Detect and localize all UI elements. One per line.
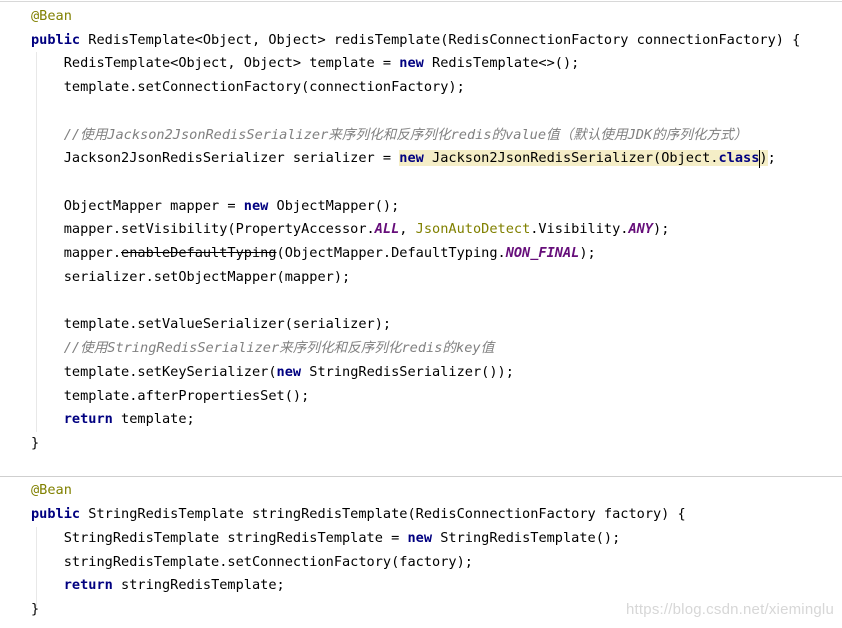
code-line[interactable]: @Bean xyxy=(31,5,842,28)
code-token: (ObjectMapper.DefaultTyping. xyxy=(276,245,506,262)
code-token: //使用Jackson2JsonRedisSerializer来序列化和反序列化… xyxy=(31,126,748,143)
code-token: template; xyxy=(112,411,195,428)
code-line[interactable]: //使用StringRedisSerializer来序列化和反序列化redis的… xyxy=(31,337,842,360)
code-token: .Visibility. xyxy=(530,221,629,238)
code-token: Jackson2JsonRedisSerializer serializer = xyxy=(31,150,400,167)
code-line[interactable]: RedisTemplate<Object, Object> template =… xyxy=(31,52,842,75)
code-token: StringRedisTemplate stringRedisTemplate … xyxy=(31,529,408,546)
code-token: ObjectMapper(); xyxy=(268,197,400,214)
code-line[interactable]: template.setValueSerializer(serializer); xyxy=(31,313,842,336)
code-token: template.setKeySerializer( xyxy=(31,363,277,380)
code-token: //使用StringRedisSerializer来序列化和反序列化redis的… xyxy=(31,340,495,357)
blank-line[interactable] xyxy=(31,171,842,194)
code-token: template.setConnectionFactory(connection… xyxy=(31,79,465,96)
code-token: template.afterPropertiesSet(); xyxy=(31,387,310,404)
code-token: , xyxy=(399,221,416,238)
code-line[interactable]: public RedisTemplate<Object, Object> red… xyxy=(31,29,842,52)
code-token: JsonAutoDetect xyxy=(415,221,531,238)
code-token: public xyxy=(31,506,81,523)
code-token: StringRedisSerializer()); xyxy=(301,363,514,380)
code-token: ANY xyxy=(628,221,654,238)
code-line[interactable]: } xyxy=(31,432,842,455)
code-token: Jackson2JsonRedisSerializer(Object. xyxy=(423,150,719,167)
code-line[interactable]: stringRedisTemplate.setConnectionFactory… xyxy=(31,551,842,574)
code-token: @Bean xyxy=(31,482,72,499)
code-token: NON_FINAL xyxy=(505,245,580,262)
blank-line[interactable] xyxy=(31,290,842,313)
code-line[interactable]: public StringRedisTemplate stringRedisTe… xyxy=(31,503,842,526)
code-editor[interactable]: @Bean public RedisTemplate<Object, Object… xyxy=(0,0,842,628)
code-line[interactable]: template.afterPropertiesSet(); xyxy=(31,385,842,408)
code-token: } xyxy=(31,601,40,617)
code-line[interactable]: mapper.enableDefaultTyping(ObjectMapper.… xyxy=(31,242,842,265)
code-token: RedisTemplate<>(); xyxy=(423,55,580,72)
code-token: mapper. xyxy=(31,245,122,262)
code-token: public xyxy=(31,31,81,48)
code-token: class xyxy=(718,150,760,167)
code-token: RedisTemplate<Object, Object> template = xyxy=(31,55,400,72)
code-token: StringRedisTemplate(); xyxy=(432,529,621,546)
code-line[interactable]: StringRedisTemplate stringRedisTemplate … xyxy=(31,527,842,550)
code-token: ); xyxy=(653,221,670,238)
code-token: new xyxy=(276,363,302,380)
code-line[interactable]: serializer.setObjectMapper(mapper); xyxy=(31,266,842,289)
code-line[interactable]: template.setConnectionFactory(connection… xyxy=(31,76,842,99)
code-token: template.setValueSerializer(serializer); xyxy=(31,316,392,333)
code-token: ); xyxy=(579,245,596,262)
code-token: ALL xyxy=(374,221,400,238)
code-token: new xyxy=(243,197,269,214)
code-token: ; xyxy=(767,150,776,167)
code-token: serializer.setObjectMapper(mapper); xyxy=(31,268,351,285)
code-line[interactable]: ObjectMapper mapper = new ObjectMapper()… xyxy=(31,195,842,218)
code-token: enableDefaultTyping xyxy=(121,245,277,262)
code-line[interactable]: return template; xyxy=(31,408,842,431)
code-token: ) xyxy=(759,150,768,167)
top-separator xyxy=(0,1,842,2)
code-line[interactable]: mapper.setVisibility(PropertyAccessor.AL… xyxy=(31,218,842,241)
code-token: RedisTemplate<Object, Object> redisTempl… xyxy=(80,31,801,48)
code-line[interactable]: return stringRedisTemplate; xyxy=(31,574,842,597)
blank-line[interactable] xyxy=(31,456,842,479)
code-token: mapper.setVisibility(PropertyAccessor. xyxy=(31,221,375,238)
code-token: } xyxy=(31,434,40,451)
code-line[interactable]: Jackson2JsonRedisSerializer serializer =… xyxy=(31,147,842,170)
code-token: return xyxy=(63,577,113,594)
blank-line[interactable] xyxy=(31,100,842,123)
code-line[interactable]: //使用Jackson2JsonRedisSerializer来序列化和反序列化… xyxy=(31,124,842,147)
code-line[interactable]: @Bean xyxy=(31,479,842,502)
code-token: stringRedisTemplate; xyxy=(112,577,285,594)
code-token: new xyxy=(399,150,424,167)
code-token: StringRedisTemplate stringRedisTemplate(… xyxy=(80,506,686,523)
watermark-url: https://blog.csdn.net/xieminglu xyxy=(626,601,834,618)
code-token: new xyxy=(399,55,424,72)
code-token: @Bean xyxy=(31,8,72,24)
code-token: return xyxy=(63,411,113,428)
code-line[interactable]: template.setKeySerializer(new StringRedi… xyxy=(31,361,842,384)
text-cursor xyxy=(759,150,760,168)
code-token: ObjectMapper mapper = xyxy=(31,197,244,214)
code-token: stringRedisTemplate.setConnectionFactory… xyxy=(31,553,473,570)
code-token: new xyxy=(407,529,433,546)
